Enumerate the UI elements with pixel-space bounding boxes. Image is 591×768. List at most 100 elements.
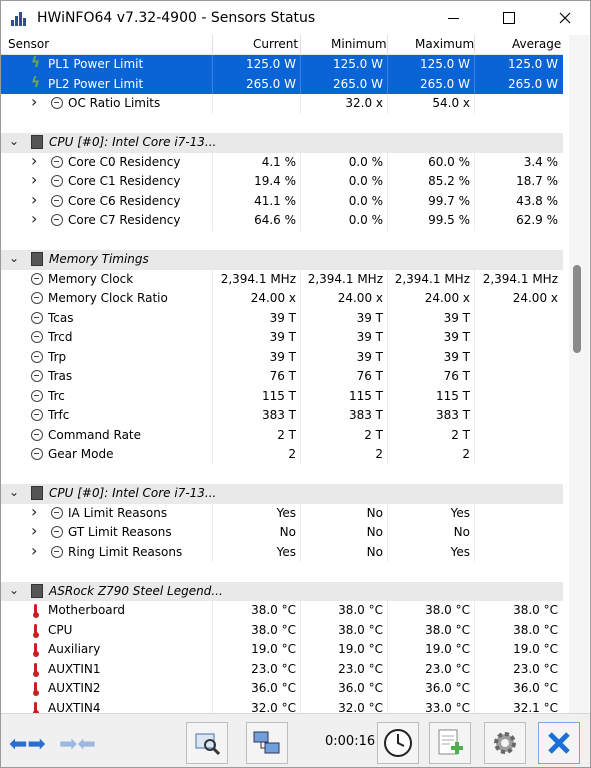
expand-chevron-icon[interactable]: ›: [31, 541, 37, 560]
sensor-row[interactable]: Auxiliary 19.0 °C 19.0 °C 19.0 °C 19.0 °C: [1, 640, 563, 660]
sensor-row[interactable]: Trcd 39 T 39 T 39 T: [1, 328, 563, 348]
column-header-maximum[interactable]: Maximum: [415, 37, 474, 51]
close-sensors-button[interactable]: [538, 722, 580, 764]
sensor-row[interactable]: Trc 115 T 115 T 115 T: [1, 386, 563, 406]
value-min: 39 T: [356, 310, 383, 325]
close-window-button[interactable]: [543, 1, 587, 35]
cell-divider: [300, 386, 301, 406]
value-cur: 265.0 W: [245, 76, 296, 91]
sensor-group-row[interactable]: ⌄ CPU [#0]: Intel Core i7-13...: [1, 133, 563, 153]
value-min: 38.0 °C: [338, 622, 383, 637]
sensor-row[interactable]: Trfc 383 T 383 T 383 T: [1, 406, 563, 426]
sensor-row[interactable]: Memory Clock Ratio 24.00 x 24.00 x 24.00 x 2…: [1, 289, 563, 309]
cell-divider: [212, 269, 213, 289]
sensor-row[interactable]: › Ring Limit Reasons Yes No Yes: [1, 541, 563, 562]
sensor-group-row[interactable]: ⌄ Memory Timings: [1, 250, 563, 270]
sensor-row[interactable]: AUXTIN1 23.0 °C 23.0 °C 23.0 °C 23.0 °C: [1, 659, 563, 679]
expand-chevron-icon[interactable]: ›: [31, 170, 37, 189]
sensor-row[interactable]: › Core C0 Residency 4.1 % 0.0 % 60.0 % 3.4 %: [1, 151, 563, 172]
settings-button[interactable]: [484, 722, 526, 764]
clock-icon: [31, 331, 43, 343]
sensor-row[interactable]: AUXTIN4 32.0 °C 32.0 °C 33.0 °C 32.1 °C: [1, 698, 563, 713]
expand-chevron-icon[interactable]: ›: [31, 151, 37, 170]
clock-icon: [31, 370, 43, 382]
clock-icon: [51, 526, 63, 538]
sensors-table[interactable]: Sensor Current Minimum Maximum Average ϟ…: [1, 35, 569, 713]
cell-divider: [387, 523, 388, 543]
sensor-row[interactable]: › IA Limit Reasons Yes No Yes: [1, 502, 563, 523]
cell-divider: [474, 659, 475, 679]
sensor-group-row[interactable]: ⌄ CPU [#0]: Intel Core i7-13...: [1, 484, 563, 504]
vertical-scrollbar[interactable]: [569, 35, 589, 713]
sensor-row[interactable]: Trp 39 T 39 T 39 T: [1, 347, 563, 367]
cell-divider: [387, 679, 388, 699]
collapse-chevron-icon[interactable]: ⌄: [9, 251, 19, 265]
cell-divider: [387, 94, 388, 114]
sensor-row[interactable]: › GT Limit Reasons No No No: [1, 521, 563, 543]
sensor-row[interactable]: Tcas 39 T 39 T 39 T: [1, 308, 563, 328]
sensor-row[interactable]: Command Rate 2 T 2 T 2 T: [1, 425, 563, 445]
clock-reset-button[interactable]: [377, 722, 419, 764]
cell-divider: [387, 152, 388, 172]
sensor-row[interactable]: ϟ PL2 Power Limit 265.0 W 265.0 W 265.0 W 265…: [1, 74, 563, 94]
value-max: 85.2 %: [428, 174, 470, 188]
collapse-chevron-icon[interactable]: ⌄: [9, 485, 19, 499]
sensor-group-row[interactable]: ⌄ ASRock Z790 Steel Legend...: [1, 581, 563, 601]
collapse-chevron-icon[interactable]: ⌄: [9, 583, 19, 597]
nav-left-right-icon[interactable]: ⬅➡: [9, 732, 46, 757]
expand-chevron-icon[interactable]: ›: [31, 92, 37, 111]
column-header-minimum[interactable]: Minimum: [331, 37, 387, 51]
sensor-row[interactable]: Motherboard 38.0 °C 38.0 °C 38.0 °C 38.0 °C: [1, 601, 563, 621]
sensor-row[interactable]: ϟ PL1 Power Limit 125.0 W 125.0 W 125.0 W 125…: [1, 55, 563, 75]
sensor-row[interactable]: Tras 76 T 76 T 76 T: [1, 367, 563, 387]
column-divider[interactable]: [212, 35, 213, 54]
clock-icon: [31, 409, 43, 421]
sensor-row[interactable]: › Core C7 Residency 64.6 % 0.0 % 99.5 % 62.9 …: [1, 209, 563, 231]
sensor-row[interactable]: Memory Clock 2,394.1 MHz 2,394.1 MHz 2,394.…: [1, 269, 563, 289]
settings-gear-icon: [494, 732, 516, 754]
value-cur: 39 T: [269, 310, 296, 325]
column-header-sensor[interactable]: Sensor: [8, 37, 49, 51]
cell-divider: [212, 698, 213, 713]
elapsed-timer: 0:00:16: [325, 734, 376, 749]
collapse-arrows-icon[interactable]: ➡⬅: [59, 732, 96, 757]
maximize-button[interactable]: [487, 1, 531, 35]
sensor-search-button[interactable]: [186, 722, 228, 764]
column-divider[interactable]: [387, 35, 388, 54]
column-divider[interactable]: [300, 35, 301, 54]
cell-divider: [387, 328, 388, 348]
value-max: 54.0 x: [432, 96, 470, 110]
value-avg: 38.0 °C: [513, 603, 558, 617]
network-button[interactable]: [246, 722, 288, 764]
network-icon: [253, 731, 280, 754]
column-header-current[interactable]: Current: [253, 37, 298, 51]
sensor-row[interactable]: › OC Ratio Limits 32.0 x 54.0 x: [1, 92, 563, 114]
collapse-chevron-icon[interactable]: ⌄: [9, 134, 19, 148]
expand-chevron-icon[interactable]: ›: [31, 209, 37, 228]
column-divider[interactable]: [474, 35, 475, 54]
close-x-icon: [548, 732, 570, 754]
sensor-row[interactable]: Gear Mode 2 2 2: [1, 445, 563, 465]
value-min: 24.00 x: [337, 291, 383, 305]
bolt-icon: ϟ: [31, 74, 41, 91]
minimize-button[interactable]: [431, 1, 475, 35]
sensor-row[interactable]: AUXTIN2 36.0 °C 36.0 °C 36.0 °C 36.0 °C: [1, 679, 563, 699]
column-header-average[interactable]: Average: [512, 37, 561, 51]
cell-divider: [212, 328, 213, 348]
value-cur: 38.0 °C: [251, 622, 296, 637]
value-max: 38.0 °C: [425, 603, 470, 617]
sensor-row[interactable]: CPU 38.0 °C 38.0 °C 38.0 °C 38.0 °C: [1, 620, 563, 640]
cell-divider: [387, 601, 388, 621]
sensor-row[interactable]: › Core C1 Residency 19.4 % 0.0 % 85.2 % 18.7 …: [1, 170, 563, 192]
sensor-row[interactable]: › Core C6 Residency 41.1 % 0.0 % 99.7 % 43.8 …: [1, 190, 563, 211]
clock-icon: [31, 428, 43, 441]
value-max: 24.00 x: [424, 291, 470, 305]
report-add-button[interactable]: [429, 722, 471, 764]
cell-divider: [300, 640, 301, 660]
value-max: 39 T: [443, 330, 470, 344]
scrollbar-thumb[interactable]: [573, 265, 581, 353]
expand-chevron-icon[interactable]: ›: [31, 190, 37, 209]
value-min: No: [366, 525, 383, 539]
expand-chevron-icon[interactable]: ›: [31, 521, 37, 540]
expand-chevron-icon[interactable]: ›: [31, 502, 37, 521]
